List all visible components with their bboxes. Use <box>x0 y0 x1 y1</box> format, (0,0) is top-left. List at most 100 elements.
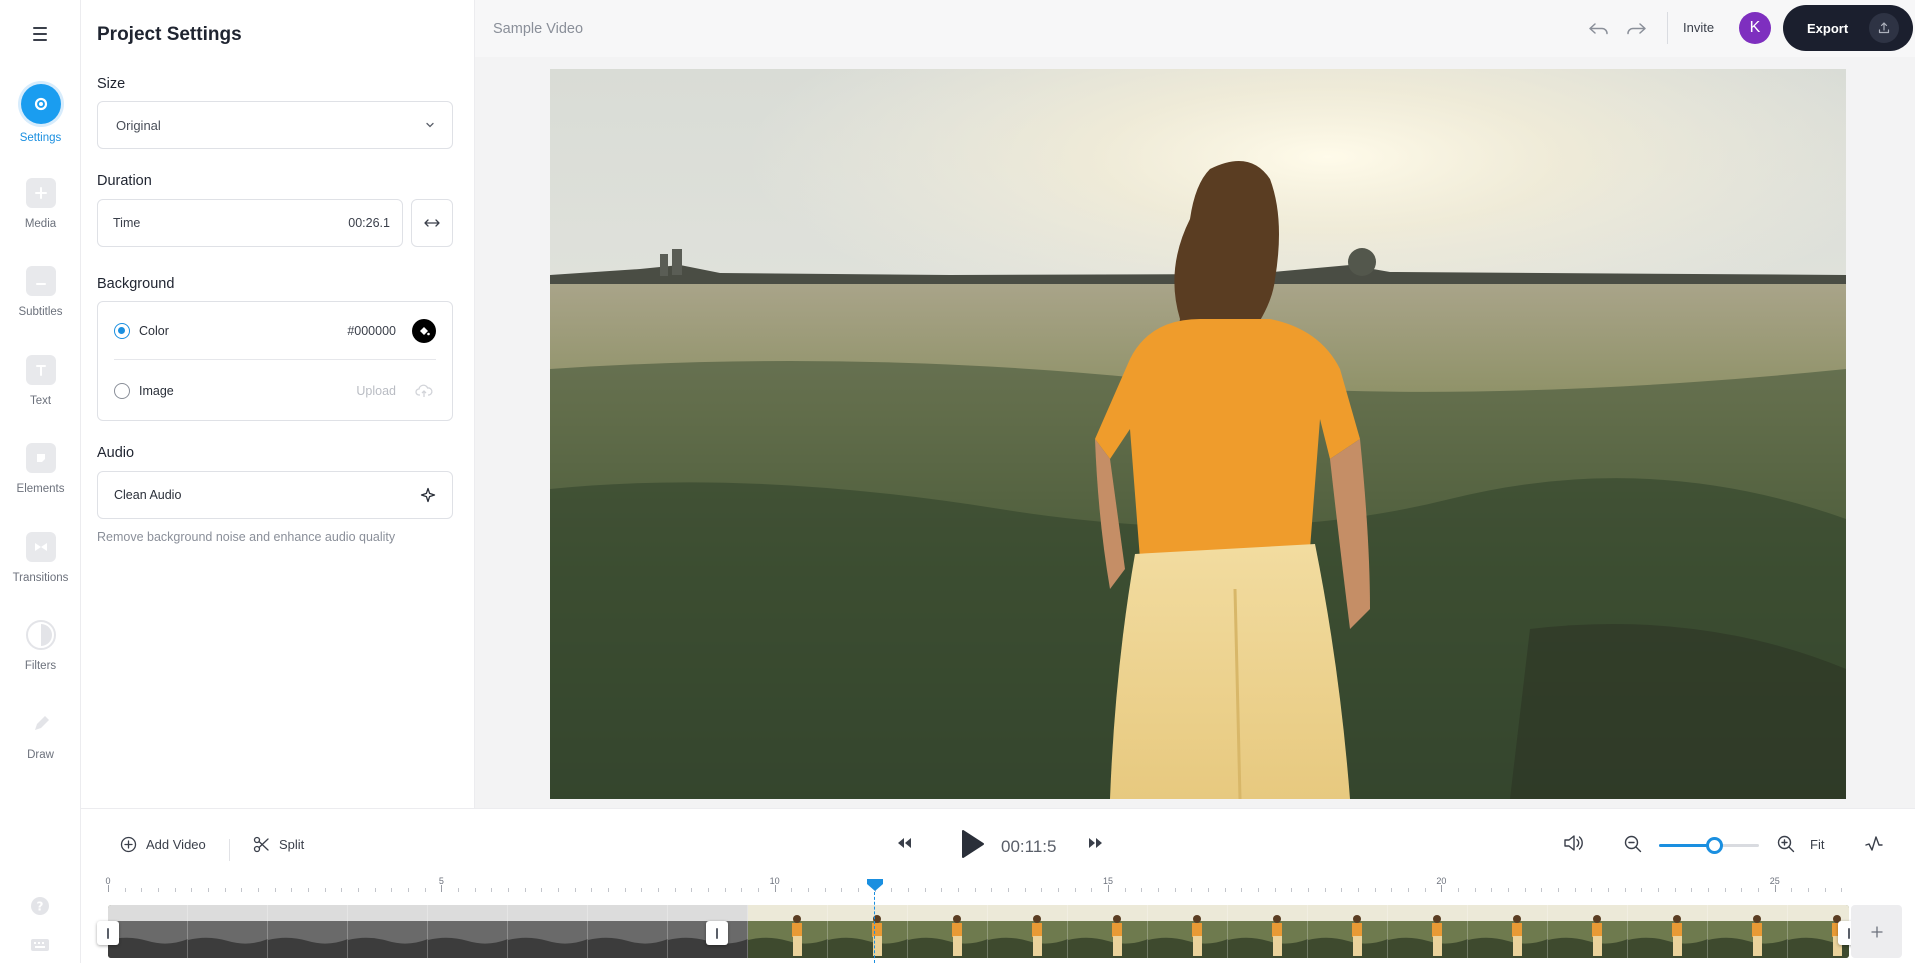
media-icon <box>25 178 56 208</box>
volume-icon[interactable] <box>1563 833 1585 853</box>
ruler-tick <box>1558 888 1560 892</box>
add-video-label: Add Video <box>146 837 206 852</box>
skip-back-icon[interactable] <box>896 836 912 850</box>
ruler-tick <box>1658 888 1660 892</box>
ruler-tick <box>1041 888 1043 892</box>
redo-icon[interactable] <box>1623 16 1649 42</box>
ruler-tick <box>1524 888 1526 892</box>
ruler-tick <box>824 888 826 892</box>
invite-button[interactable]: Invite <box>1683 20 1714 35</box>
ruler-tick-label: 15 <box>1103 876 1114 886</box>
ruler-tick <box>1541 888 1543 892</box>
rail-item-label: Filters <box>24 660 57 672</box>
cloud-upload-icon[interactable] <box>412 379 436 403</box>
video-clip-track[interactable] <box>108 905 1849 958</box>
clean-audio-label: Clean Audio <box>114 488 182 502</box>
ruler-tick <box>1391 888 1393 892</box>
ruler-tick <box>1824 888 1826 892</box>
chevron-down-icon <box>426 122 434 128</box>
keyboard-icon[interactable] <box>29 935 51 955</box>
ruler-tick <box>224 888 226 892</box>
timeline[interactable]: 0 5 10 15 20 25 <box>81 876 1915 963</box>
ruler-tick <box>858 888 860 892</box>
clip-thumbnail <box>1228 905 1308 958</box>
zoom-slider[interactable] <box>1659 837 1759 854</box>
background-color-value[interactable]: #000000 <box>347 324 396 338</box>
ruler-tick <box>1224 888 1226 892</box>
ruler-tick <box>908 888 910 892</box>
menu-icon[interactable] <box>27 22 53 46</box>
ruler-major-tick <box>441 885 443 892</box>
text-icon <box>25 355 56 385</box>
rail-item-label: Text <box>29 395 52 407</box>
ruler-tick <box>308 888 309 892</box>
rail-item-subtitles[interactable]: Subtitles <box>0 266 81 318</box>
rail-item-filters[interactable]: Filters <box>0 620 81 672</box>
fit-duration-button[interactable] <box>411 199 453 247</box>
project-settings-panel: Project Settings Size Original Duration … <box>81 0 475 808</box>
upload-label[interactable]: Upload <box>356 384 396 398</box>
ruler-tick <box>741 888 743 892</box>
size-select[interactable]: Original <box>97 101 453 149</box>
preview-stage <box>475 57 1915 808</box>
paint-bucket-icon <box>420 327 430 336</box>
duration-field-label: Time <box>113 216 141 230</box>
ruler-major-tick <box>108 885 109 892</box>
add-video-button[interactable]: Add Video <box>120 836 206 853</box>
clean-audio-button[interactable]: Clean Audio <box>97 471 453 519</box>
background-color-radio[interactable] <box>114 323 130 339</box>
fit-button[interactable]: Fit <box>1810 837 1824 852</box>
rail-item-text[interactable]: Text <box>0 355 81 407</box>
rail-item-elements[interactable]: Elements <box>0 443 81 495</box>
playback-controls: Add Video Split 00:11:5 Fit <box>81 808 1915 878</box>
zoom-in-icon[interactable] <box>1777 835 1795 853</box>
rail-item-draw[interactable]: Draw <box>0 709 81 761</box>
rail-item-media[interactable]: Media <box>0 178 81 230</box>
background-image-radio[interactable] <box>114 383 130 399</box>
ruler-tick-label: 10 <box>769 876 780 886</box>
ruler-tick <box>991 888 993 892</box>
ruler-tick <box>291 888 293 892</box>
ruler-tick <box>1258 888 1260 892</box>
plus-icon <box>1870 925 1883 938</box>
rail-item-settings[interactable]: Settings <box>0 84 81 144</box>
duration-field[interactable]: Time 00:26.1 <box>97 199 403 247</box>
clip-thumbnail <box>508 905 588 958</box>
export-button[interactable]: Export <box>1783 5 1913 51</box>
undo-icon[interactable] <box>1586 16 1612 42</box>
waveform-icon[interactable] <box>1865 835 1883 853</box>
rail-item-label: Draw <box>27 749 54 761</box>
ruler-tick <box>491 888 493 892</box>
ruler-tick <box>1324 888 1326 892</box>
clip-thumbnail <box>1468 905 1548 958</box>
ruler-tick <box>1158 888 1160 892</box>
ruler-tick <box>1608 888 1610 892</box>
play-button[interactable] <box>958 828 986 860</box>
project-name[interactable]: Sample Video <box>493 21 583 37</box>
sparkle-icon <box>420 487 436 503</box>
color-picker-button[interactable] <box>412 319 436 343</box>
ruler-tick <box>1091 888 1093 892</box>
zoom-out-icon[interactable] <box>1624 835 1642 853</box>
clip-split-handle[interactable] <box>706 921 728 945</box>
timeline-ruler[interactable]: 0 5 10 15 20 25 <box>105 876 1848 898</box>
split-button[interactable]: Split <box>253 836 304 853</box>
video-preview[interactable] <box>550 69 1846 799</box>
ruler-tick <box>1008 888 1010 892</box>
avatar[interactable]: K <box>1739 12 1771 44</box>
ruler-tick <box>524 888 526 892</box>
skip-forward-icon[interactable] <box>1088 836 1104 850</box>
zoom-slider-handle[interactable] <box>1706 837 1723 854</box>
ruler-tick <box>1791 888 1793 892</box>
clip-thumbnail <box>1548 905 1628 958</box>
clip-start-handle[interactable] <box>97 921 119 945</box>
ruler-tick <box>1141 888 1143 892</box>
ruler-tick <box>1741 888 1743 892</box>
add-clip-button[interactable] <box>1851 905 1902 958</box>
draw-icon <box>26 709 56 739</box>
ruler-tick <box>1241 888 1243 892</box>
ruler-tick <box>658 888 660 892</box>
ruler-tick-label: 20 <box>1436 876 1447 886</box>
help-icon[interactable]: ? <box>29 896 51 916</box>
rail-item-transitions[interactable]: Transitions <box>0 532 81 584</box>
